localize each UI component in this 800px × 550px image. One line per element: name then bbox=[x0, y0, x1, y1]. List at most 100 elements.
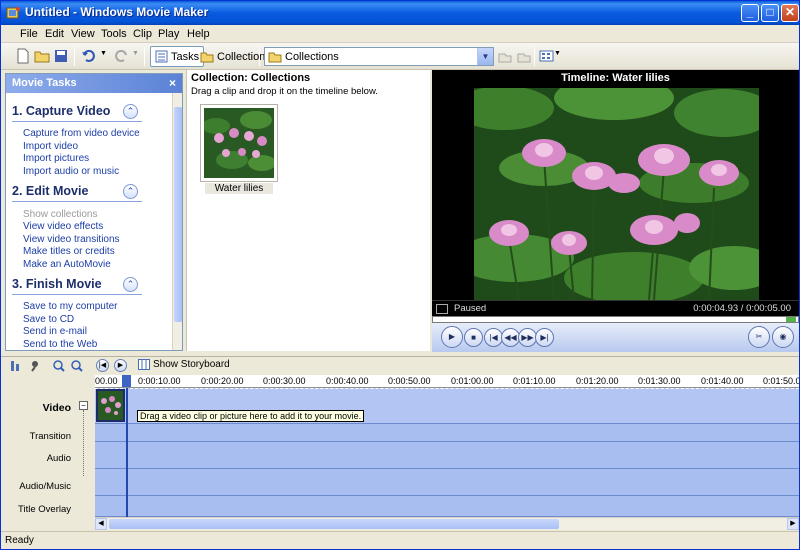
window-title: Untitled - Windows Movie Maker bbox=[25, 5, 209, 19]
menu-view[interactable]: View bbox=[71, 28, 95, 40]
task-link-automovie[interactable]: Make an AutoMovie bbox=[23, 259, 111, 270]
maximize-button[interactable]: □ bbox=[761, 4, 779, 22]
video-clip-thumbnail[interactable] bbox=[96, 389, 125, 422]
status-text: Ready bbox=[5, 535, 34, 546]
new-collection-folder-icon[interactable] bbox=[516, 48, 532, 64]
transition-track[interactable] bbox=[95, 424, 799, 442]
views-icon[interactable] bbox=[539, 48, 555, 64]
scrollbar-thumb[interactable] bbox=[109, 519, 559, 529]
seek-bar[interactable] bbox=[432, 316, 799, 323]
collections-button[interactable]: Collections bbox=[196, 46, 275, 67]
zoom-out-icon[interactable] bbox=[71, 360, 83, 372]
menu-bar: File Edit View Tools Clip Play Help bbox=[1, 25, 799, 43]
play-button[interactable]: ▶ bbox=[441, 326, 463, 348]
task-link-import-video[interactable]: Import video bbox=[23, 141, 78, 152]
collapse-video-track-icon[interactable]: − bbox=[79, 401, 88, 410]
redo-icon[interactable] bbox=[113, 48, 129, 64]
menu-clip[interactable]: Clip bbox=[133, 28, 152, 40]
transition-track-label: Transition bbox=[29, 431, 71, 442]
zoom-in-icon[interactable] bbox=[53, 360, 65, 372]
close-button[interactable]: ✕ bbox=[781, 4, 799, 22]
drop-hint-tooltip: Drag a video clip or picture here to add… bbox=[137, 410, 365, 422]
scroll-right-button[interactable]: ▶ bbox=[787, 518, 799, 530]
new-project-icon[interactable] bbox=[15, 48, 31, 64]
task-link-capture[interactable]: Capture from video device bbox=[23, 128, 140, 139]
split-clip-button[interactable]: ✂ bbox=[748, 326, 770, 348]
collapse-icon[interactable]: ⌃ bbox=[123, 184, 138, 199]
playback-controls: ▶ ■ |◀ ◀◀ ▶▶ ▶| ✂ ◉ bbox=[432, 323, 799, 352]
scrollbar-thumb[interactable] bbox=[174, 107, 182, 322]
movie-maker-icon bbox=[6, 7, 20, 19]
title-bar[interactable]: Untitled - Windows Movie Maker _ □ ✕ bbox=[1, 1, 799, 25]
clip-thumbnail-image bbox=[101, 396, 121, 415]
track-labels: Video − Transition Audio Audio/Music Tit… bbox=[1, 375, 95, 517]
timeline-scrollbar[interactable]: ◀ ▶ bbox=[95, 517, 799, 530]
collections-select-value: Collections bbox=[285, 50, 339, 63]
seek-bar-thumb[interactable] bbox=[786, 317, 796, 322]
ruler-tick: 00.00 bbox=[95, 376, 118, 386]
audio-track[interactable] bbox=[95, 442, 799, 469]
minimize-button[interactable]: _ bbox=[741, 4, 759, 22]
preview-title: Timeline: Water lilies bbox=[561, 72, 670, 84]
task-link-save-computer[interactable]: Save to my computer bbox=[23, 301, 117, 312]
play-timeline-button[interactable]: ▶ bbox=[114, 359, 127, 372]
views-dropdown-icon[interactable]: ▼ bbox=[554, 50, 561, 57]
close-icon[interactable]: × bbox=[169, 76, 176, 90]
next-frame-button[interactable]: ▶| bbox=[535, 328, 554, 347]
chevron-down-icon[interactable]: ▼ bbox=[477, 48, 493, 65]
menu-tools[interactable]: Tools bbox=[101, 28, 127, 40]
ruler-tick: 0:00:50.00 bbox=[388, 376, 431, 386]
audio-track-label: Audio bbox=[46, 453, 71, 464]
task-link-video-transitions[interactable]: View video transitions bbox=[23, 234, 120, 245]
take-picture-button[interactable]: ◉ bbox=[772, 326, 794, 348]
set-audio-levels-icon[interactable] bbox=[10, 360, 21, 372]
track-tree-line bbox=[83, 410, 84, 476]
title-overlay-track[interactable] bbox=[95, 496, 799, 517]
finish-movie-heading[interactable]: 3. Finish Movie bbox=[12, 277, 102, 291]
collections-dropdown[interactable]: Collections ▼ bbox=[264, 47, 494, 66]
menu-file[interactable]: File bbox=[20, 28, 38, 40]
edit-movie-heading[interactable]: 2. Edit Movie bbox=[12, 184, 88, 198]
clip-name[interactable]: Water lilies bbox=[205, 183, 273, 194]
task-link-video-effects[interactable]: View video effects bbox=[23, 221, 103, 232]
audio-music-track[interactable] bbox=[95, 469, 799, 496]
scroll-left-button[interactable]: ◀ bbox=[95, 518, 107, 530]
undo-dropdown-icon[interactable]: ▼ bbox=[100, 50, 107, 57]
menu-play[interactable]: Play bbox=[158, 28, 179, 40]
playhead-marker[interactable] bbox=[122, 375, 131, 387]
collapse-icon[interactable]: ⌃ bbox=[123, 277, 138, 292]
status-bar: Ready bbox=[1, 531, 799, 549]
redo-dropdown-icon[interactable]: ▼ bbox=[132, 50, 139, 57]
task-link-send-email[interactable]: Send in e-mail bbox=[23, 326, 87, 337]
tasks-label: Tasks bbox=[171, 50, 200, 63]
ruler-tick: 0:00:40.00 bbox=[326, 376, 369, 386]
up-one-level-icon[interactable] bbox=[497, 48, 513, 64]
menu-help[interactable]: Help bbox=[187, 28, 210, 40]
capture-video-heading[interactable]: 1. Capture Video bbox=[12, 104, 110, 118]
menu-edit[interactable]: Edit bbox=[45, 28, 64, 40]
rewind-timeline-button[interactable]: |◀ bbox=[96, 359, 109, 372]
task-link-import-pictures[interactable]: Import pictures bbox=[23, 153, 89, 164]
task-link-send-web[interactable]: Send to the Web bbox=[23, 339, 97, 350]
timeline-ruler[interactable]: 00.00 0:00:10.00 0:00:20.00 0:00:30.00 0… bbox=[95, 375, 799, 388]
storyboard-icon bbox=[138, 359, 150, 370]
task-link-save-cd[interactable]: Save to CD bbox=[23, 314, 74, 325]
water-lilies-frame bbox=[474, 88, 759, 300]
collapse-icon[interactable]: ⌃ bbox=[123, 104, 138, 119]
open-project-icon[interactable] bbox=[34, 48, 50, 64]
show-storyboard-button[interactable]: Show Storyboard bbox=[138, 359, 230, 370]
audio-music-track-label: Audio/Music bbox=[19, 481, 71, 492]
task-link-titles-credits[interactable]: Make titles or credits bbox=[23, 246, 115, 257]
ruler-tick: 0:01:50.00 bbox=[763, 376, 799, 386]
ruler-tick: 0:01:00.00 bbox=[451, 376, 494, 386]
playhead-line bbox=[126, 388, 128, 517]
stop-button[interactable]: ■ bbox=[464, 328, 483, 347]
movie-tasks-pane: Movie Tasks × 1. Capture Video ⌃ Capture… bbox=[5, 73, 183, 351]
save-icon[interactable] bbox=[53, 48, 69, 64]
clip-thumbnail[interactable] bbox=[200, 104, 278, 182]
task-link-import-audio[interactable]: Import audio or music bbox=[23, 166, 119, 177]
undo-icon[interactable] bbox=[81, 48, 97, 64]
task-link-show-collections: Show collections bbox=[23, 209, 98, 220]
task-pane-scrollbar[interactable] bbox=[172, 93, 182, 350]
narrate-timeline-icon[interactable] bbox=[29, 360, 41, 372]
